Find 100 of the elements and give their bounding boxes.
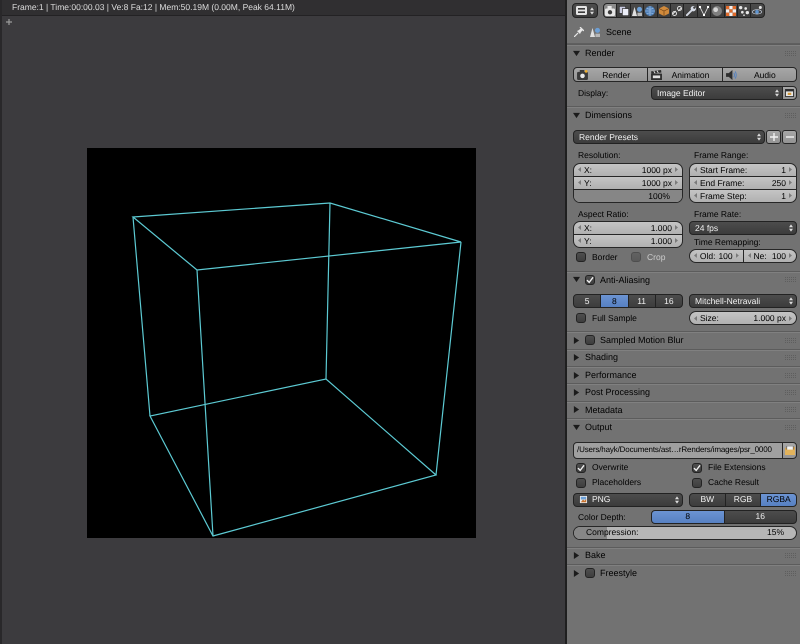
file-format-dropdown[interactable]: PNG: [573, 492, 683, 507]
checkmark-icon: [693, 464, 701, 472]
remove-preset-button[interactable]: [782, 130, 797, 144]
resolution-field[interactable]: Y: 1000 px: [573, 176, 683, 190]
color-mode-toggle[interactable]: RGB: [724, 492, 762, 507]
presets-dropdown[interactable]: Render Presets: [573, 130, 765, 144]
left-arrow-icon[interactable]: [694, 316, 697, 321]
context-tab[interactable]: [683, 3, 698, 18]
sphere-icon: [712, 6, 722, 16]
plus-icon[interactable]: [6, 19, 12, 25]
checkmark-icon: [586, 276, 594, 284]
pin-icon[interactable]: [574, 27, 584, 37]
particles-icon: [739, 6, 750, 16]
folder-button[interactable]: [782, 442, 797, 459]
checkbox-label: Border: [592, 252, 618, 262]
context-tab[interactable]: [750, 3, 765, 18]
filter-dropdown[interactable]: Mitchell-Netravali: [689, 294, 797, 308]
size-field[interactable]: Size: 1.000 px: [689, 311, 797, 326]
left-arrow-icon[interactable]: [578, 167, 581, 172]
audio-button[interactable]: Audio: [722, 67, 797, 82]
right-arrow-icon[interactable]: [789, 193, 792, 198]
checkbox[interactable]: [576, 462, 586, 473]
editor-type-button[interactable]: [572, 3, 598, 18]
left-arrow-icon[interactable]: [578, 225, 581, 230]
render-button[interactable]: Render: [573, 67, 648, 82]
sample-count-toggle[interactable]: 11: [628, 294, 656, 308]
right-arrow-icon[interactable]: [789, 180, 792, 186]
panel-header[interactable]: Freestyle: [567, 564, 800, 582]
percentage-slider[interactable]: 100%: [573, 188, 683, 203]
context-tab[interactable]: [616, 3, 631, 18]
panel-header[interactable]: Performance: [567, 366, 800, 384]
panel-header[interactable]: Dimensions: [567, 106, 800, 124]
context-tab[interactable]: [656, 3, 671, 18]
layers-icon: [618, 6, 629, 16]
right-arrow-icon[interactable]: [789, 253, 792, 258]
add-preset-button[interactable]: [766, 130, 781, 144]
animation-button[interactable]: Animation: [647, 67, 723, 82]
panel-header[interactable]: Sampled Motion Blur: [567, 331, 800, 349]
checkbox[interactable]: [585, 568, 595, 578]
resolution-field[interactable]: X: 1000 px: [573, 162, 683, 177]
sample-count-toggle[interactable]: 5: [573, 294, 602, 308]
frame-range-field[interactable]: Start Frame: 1: [689, 162, 797, 177]
color-mode-toggle[interactable]: BW: [689, 492, 726, 507]
left-arrow-icon[interactable]: [694, 167, 697, 172]
updown-arrows-icon: [675, 496, 679, 504]
checkbox[interactable]: [585, 274, 595, 285]
window-toggle-button[interactable]: [782, 86, 797, 100]
image-file-icon: [579, 495, 588, 504]
right-arrow-icon[interactable]: [675, 238, 678, 244]
sample-count-toggle[interactable]: 8: [600, 294, 628, 308]
right-arrow-icon[interactable]: [736, 253, 738, 258]
clapperboard-icon: [651, 70, 662, 80]
left-arrow-icon[interactable]: [694, 180, 697, 186]
panel-header[interactable]: Bake: [567, 546, 800, 564]
panel-header[interactable]: Shading: [567, 348, 800, 366]
frame-rate-dropdown[interactable]: 24 fps: [689, 220, 797, 235]
right-arrow-icon[interactable]: [675, 180, 678, 186]
checkbox[interactable]: [692, 462, 702, 473]
right-arrow-icon[interactable]: [675, 225, 678, 230]
checkmark-icon: [577, 464, 585, 472]
compression-slider[interactable]: Compression: 15%: [573, 526, 797, 540]
left-arrow-icon[interactable]: [694, 253, 697, 258]
time-remapping-field[interactable]: Old: 100: [689, 248, 744, 263]
color-depth-toggle[interactable]: 8: [651, 510, 724, 524]
panel-header[interactable]: Anti-Aliasing: [567, 270, 800, 288]
context-tab[interactable]: [724, 3, 738, 18]
checkbox[interactable]: [576, 478, 586, 488]
aspect-ratio-field[interactable]: Y: 1.000: [573, 234, 683, 248]
panel-header[interactable]: Render: [567, 44, 800, 62]
right-arrow-icon[interactable]: [789, 167, 792, 172]
context-tab[interactable]: [710, 3, 725, 18]
output-path-field[interactable]: /Users/hayk/Documents/ast…rRenders/images/psr_0000: [573, 442, 783, 459]
left-arrow-icon[interactable]: [694, 193, 697, 198]
panel-header[interactable]: Output: [567, 418, 800, 436]
checkbox[interactable]: [692, 478, 702, 488]
color-depth-toggle[interactable]: 16: [724, 510, 797, 524]
display-dropdown[interactable]: Image Editor: [651, 86, 783, 100]
time-remapping-field[interactable]: Ne: 100: [742, 248, 797, 263]
speaker-icon: [726, 70, 737, 80]
frame-range-field[interactable]: End Frame: 250: [689, 176, 797, 190]
context-tab[interactable]: [643, 3, 658, 18]
right-arrow-icon[interactable]: [789, 316, 792, 321]
checkbox[interactable]: [576, 313, 586, 324]
panel-header[interactable]: Post Processing: [567, 383, 800, 401]
right-arrow-icon[interactable]: [675, 167, 678, 172]
field-label: Aspect Ratio:: [577, 208, 630, 220]
checkbox[interactable]: [585, 335, 595, 346]
sample-count-toggle[interactable]: 16: [654, 294, 683, 308]
breadcrumb-text: Scene: [606, 26, 632, 38]
left-arrow-icon[interactable]: [578, 238, 581, 244]
checkbox-label: File Extensions: [708, 462, 766, 473]
left-arrow-icon[interactable]: [748, 253, 750, 258]
panel-header[interactable]: Metadata: [567, 400, 800, 418]
checkbox[interactable]: [576, 252, 586, 262]
color-mode-toggle[interactable]: RGBA: [760, 492, 798, 507]
context-tab[interactable]: [603, 3, 618, 18]
frame-range-field[interactable]: Frame Step: 1: [689, 188, 797, 203]
checkbox-label: Overwrite: [592, 462, 628, 473]
left-arrow-icon[interactable]: [578, 180, 581, 186]
aspect-ratio-field[interactable]: X: 1.000: [573, 220, 683, 235]
